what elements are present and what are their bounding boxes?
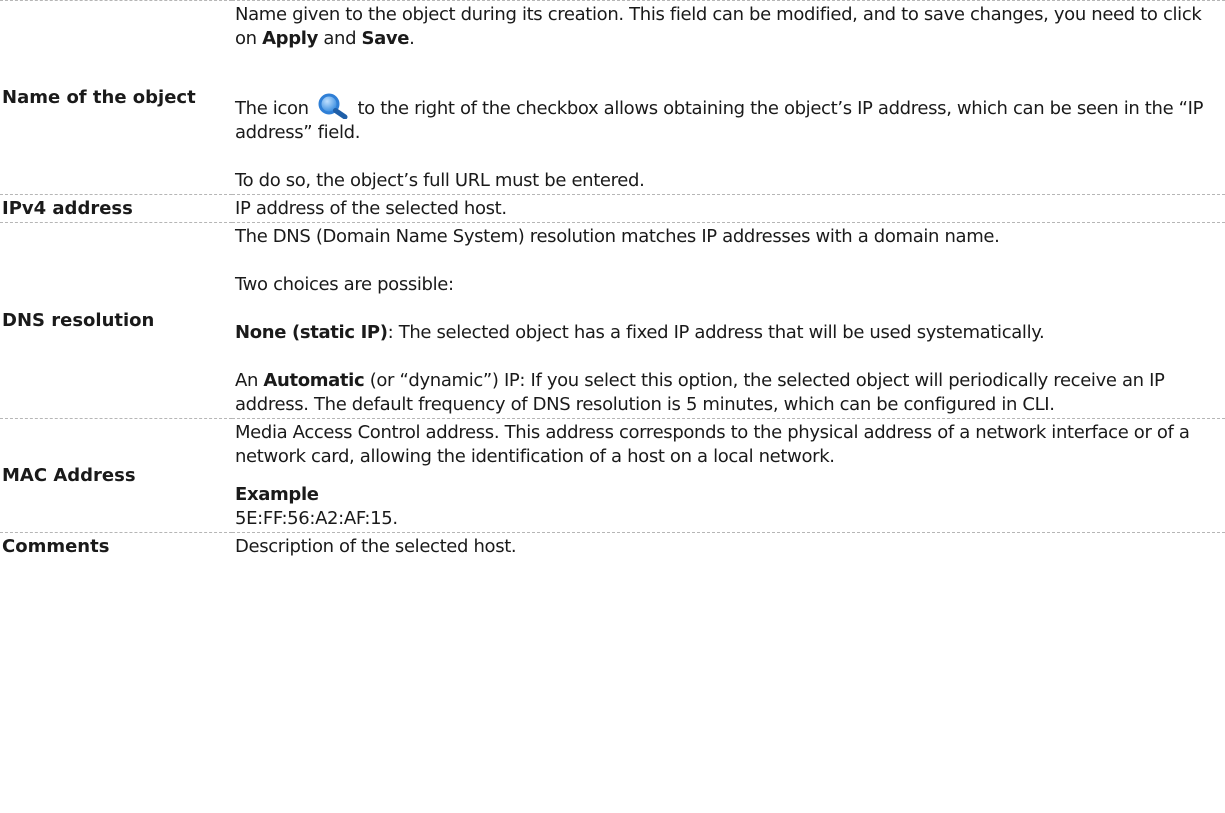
desc-comments: Description of the selected host.	[232, 532, 1225, 560]
desc-paragraph: Two choices are possible:	[235, 274, 454, 295]
desc-text: and	[317, 28, 362, 49]
desc-paragraph: An Automatic (or “dynamic”) IP: If you s…	[235, 369, 1225, 417]
table-row-dns-resolution: DNS resolution The DNS (Domain Name Syst…	[0, 222, 1225, 419]
desc-paragraph: To do so, the object’s full URL must be …	[235, 170, 645, 191]
term-name-of-object: Name of the object	[0, 0, 232, 195]
desc-text: (or “dynamic”) IP: If you select this op…	[235, 370, 1165, 415]
example-value: 5E:FF:56:A2:AF:15.	[235, 508, 398, 529]
desc-text: : The selected object has a fixed IP add…	[387, 322, 1045, 343]
automatic-keyword: Automatic	[263, 370, 365, 391]
desc-paragraph: None (static IP): The selected object ha…	[235, 321, 1225, 345]
term-dns-resolution: DNS resolution	[0, 222, 232, 419]
desc-dns-resolution: The DNS (Domain Name System) resolution …	[232, 222, 1225, 419]
parameter-table: Name of the object Name given to the obj…	[0, 0, 1225, 560]
desc-paragraph: Media Access Control address. This addre…	[235, 422, 1190, 467]
desc-ipv4-address: IP address of the selected host.	[232, 194, 1225, 223]
table-row-comments: Comments Description of the selected hos…	[0, 532, 1225, 560]
desc-text: An	[235, 370, 264, 391]
desc-text: to the right of the checkbox allows obta…	[235, 98, 1204, 143]
desc-name-of-object: Name given to the object during its crea…	[232, 0, 1225, 195]
term-comments: Comments	[0, 532, 232, 560]
desc-paragraph: The icon to the right of the checkbox al…	[235, 93, 1225, 145]
desc-text: The icon	[235, 98, 309, 119]
desc-paragraph: Name given to the object during its crea…	[235, 3, 1225, 51]
desc-mac-address: Media Access Control address. This addre…	[232, 418, 1225, 533]
desc-text: .	[409, 28, 415, 49]
term-mac-address: MAC Address	[0, 418, 232, 533]
table-row-name-of-object: Name of the object Name given to the obj…	[0, 0, 1225, 195]
desc-paragraph: IP address of the selected host.	[235, 198, 507, 219]
table-row-mac-address: MAC Address Media Access Control address…	[0, 418, 1225, 533]
table-row-ipv4-address: IPv4 address IP address of the selected …	[0, 194, 1225, 223]
magnifier-icon	[316, 93, 350, 120]
example-title: Example	[235, 484, 319, 505]
save-keyword: Save	[361, 28, 410, 49]
desc-paragraph: The DNS (Domain Name System) resolution …	[235, 226, 1000, 247]
desc-paragraph: Description of the selected host.	[235, 536, 517, 557]
apply-keyword: Apply	[262, 28, 318, 49]
none-static-ip-keyword: None (static IP)	[235, 322, 388, 343]
term-ipv4-address: IPv4 address	[0, 194, 232, 223]
